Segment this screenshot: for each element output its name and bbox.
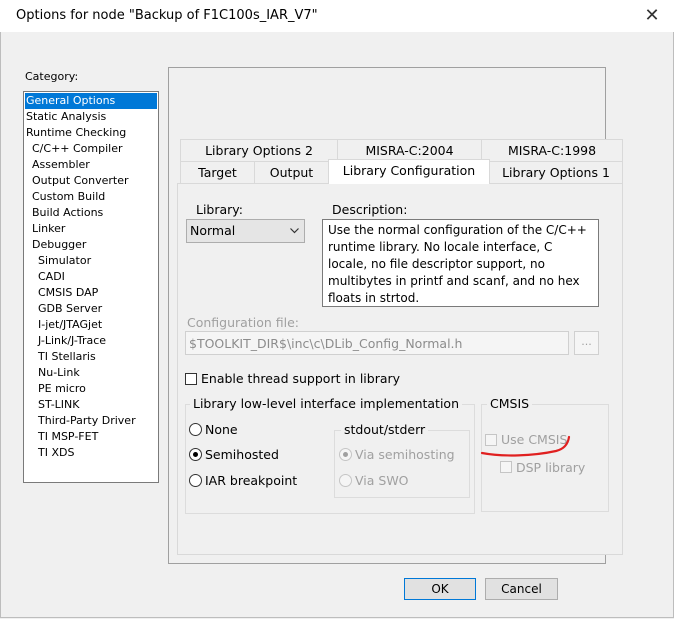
category-label: Category: [25,70,79,83]
close-icon[interactable]: ✕ [640,4,664,28]
category-item-assembler[interactable]: Assembler [32,157,90,173]
window-title: Options for node "Backup of F1C100s_IAR_… [16,8,318,23]
radio-dot [343,452,348,457]
category-item-linker[interactable]: Linker [32,221,65,237]
cmsis-group-title: CMSIS [487,396,533,411]
category-item-st-link[interactable]: ST-LINK [38,397,79,413]
tab-target[interactable]: Target [180,161,255,184]
category-item-gdb-server[interactable]: GDB Server [38,301,102,317]
library-label: Library: [196,202,244,217]
tab-library-configuration[interactable]: Library Configuration [328,159,490,184]
category-item-runtime-checking[interactable]: Runtime Checking [26,125,126,141]
category-item-output-converter[interactable]: Output Converter [32,173,129,189]
config-file-field[interactable]: $TOOLKIT_DIR$\inc\c\DLib_Config_Normal.h [185,331,569,355]
category-item-build-actions[interactable]: Build Actions [32,205,103,221]
category-item-ti-stellaris[interactable]: TI Stellaris [38,349,96,365]
thread-support-label: Enable thread support in library [201,371,401,386]
cancel-button[interactable]: Cancel [485,578,558,600]
browse-button[interactable]: ... [574,331,599,355]
red-underline-annotation [480,435,571,457]
category-item-cadi[interactable]: CADI [38,269,65,285]
category-list[interactable]: General Options Static Analysis Runtime … [23,91,159,483]
radio-iar-breakpoint[interactable] [189,474,202,487]
category-item-ti-msp-fet[interactable]: TI MSP-FET [38,429,98,445]
radio-iar-breakpoint-label: IAR breakpoint [205,473,298,488]
dsp-library-checkbox[interactable] [500,461,512,473]
lowlevel-group-title: Library low-level interface implementati… [190,396,462,411]
category-item-nu-link[interactable]: Nu-Link [38,365,80,381]
radio-none[interactable] [189,423,202,436]
description-box: Use the normal configuration of the C/C+… [322,219,599,307]
category-item-general-options[interactable]: General Options [25,93,157,109]
stdout-group-title: stdout/stderr [341,422,429,437]
ok-button[interactable]: OK [404,578,476,600]
category-item-custom-build[interactable]: Custom Build [32,189,105,205]
radio-dot [193,452,198,457]
dsp-library-label: DSP library [516,460,586,475]
description-label: Description: [332,202,408,217]
category-item-jlink[interactable]: J-Link/J-Trace [38,333,106,349]
category-item-ti-xds[interactable]: TI XDS [38,445,74,461]
category-item-pe-micro[interactable]: PE micro [38,381,86,397]
tab-library-options-1[interactable]: Library Options 1 [489,161,623,184]
category-item-c-compiler[interactable]: C/C++ Compiler [32,141,123,157]
radio-via-swo[interactable] [339,474,352,487]
category-item-debugger[interactable]: Debugger [32,237,86,253]
tab-library-options-2[interactable]: Library Options 2 [180,139,338,162]
thread-support-checkbox[interactable] [185,373,197,385]
radio-semihosted-label: Semihosted [205,447,279,462]
radio-via-semihosting[interactable] [339,448,352,461]
radio-via-semihosting-label: Via semihosting [355,447,455,462]
config-file-label: Configuration file: [187,315,299,330]
chevron-down-icon [290,228,299,234]
radio-semihosted[interactable] [189,448,202,461]
category-item-ijet[interactable]: I-jet/JTAGjet [38,317,102,333]
tab-output[interactable]: Output [254,161,329,184]
library-select[interactable]: Normal [186,219,305,243]
category-item-cmsis-dap[interactable]: CMSIS DAP [38,285,98,301]
library-select-value: Normal [190,223,236,238]
category-item-simulator[interactable]: Simulator [38,253,91,269]
category-item-static-analysis[interactable]: Static Analysis [26,109,106,125]
radio-none-label: None [205,422,238,437]
radio-via-swo-label: Via SWO [355,473,409,488]
category-item-third-party-driver[interactable]: Third-Party Driver [38,413,136,429]
tab-misra-c-1998[interactable]: MISRA-C:1998 [481,139,623,162]
